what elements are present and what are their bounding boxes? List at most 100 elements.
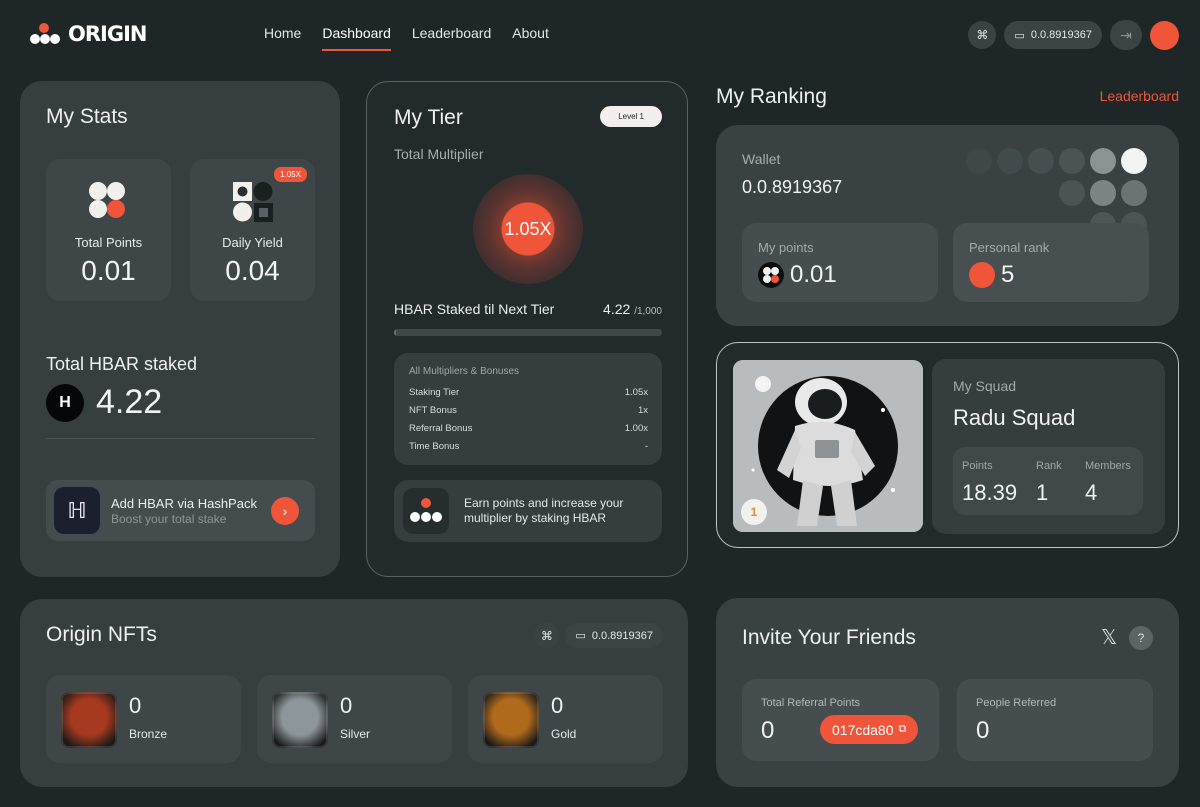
header-actions: ⌘ ▭ 0.0.8919367 ⇥ xyxy=(968,20,1179,50)
brand-name: ORIGIN xyxy=(68,22,147,46)
nav-dashboard[interactable]: Dashboard xyxy=(322,25,391,51)
hashpack-icon[interactable]: ⌘ xyxy=(968,21,997,49)
squad-rank-value: 1 xyxy=(1036,480,1049,505)
next-tier-staked: 4.22 xyxy=(603,301,631,317)
multiplier-row-label: Staking Tier xyxy=(409,387,460,398)
personal-rank-box: Personal rank 5 xyxy=(953,223,1149,302)
rank-avatar-icon xyxy=(969,262,995,288)
level-badge: Level 1 xyxy=(600,106,662,127)
multiplier-row-value: - xyxy=(644,441,648,452)
earn-points-banner[interactable]: Earn points and increase your multiplier… xyxy=(394,480,662,542)
nft-wallet-actions: ⌘ ▭ 0.0.8919367 xyxy=(534,623,663,648)
daily-yield-label: Daily Yield xyxy=(222,235,283,250)
origin-logo-icon xyxy=(30,22,60,46)
nav-home[interactable]: Home xyxy=(264,25,301,51)
wallet-label: Wallet xyxy=(742,151,781,167)
my-points-label: My points xyxy=(758,240,814,255)
multiplier-ring: 1.05X xyxy=(473,174,583,284)
origin-nfts-title: Origin NFTs xyxy=(46,623,157,646)
multiplier-row-label: NFT Bonus xyxy=(409,405,457,416)
squad-points-value: 18.39 xyxy=(962,480,1018,505)
my-stats-card: My Stats Total Points 0.01 1.05X Daily Y… xyxy=(20,81,340,577)
hashpack-title: Add HBAR via HashPack xyxy=(111,496,257,511)
wallet-icon: ▭ xyxy=(1014,29,1025,42)
my-points-value: 0.01 xyxy=(790,261,837,288)
x-share-icon[interactable]: 𝕏 xyxy=(1097,626,1121,650)
total-multiplier-label: Total Multiplier xyxy=(394,146,484,162)
multiplier-row-label: Time Bonus xyxy=(409,441,460,452)
points-icon xyxy=(89,182,125,218)
squad-name: Radu Squad xyxy=(953,405,1076,430)
leaderboard-link[interactable]: Leaderboard xyxy=(1100,88,1179,104)
tier-progress-fill xyxy=(394,329,396,336)
earn-points-text: Earn points and increase your multiplier… xyxy=(464,496,624,525)
hbar-staked-label: Total HBAR staked xyxy=(46,354,198,374)
referral-points-box: Total Referral Points 0 017cda80 ⧉ xyxy=(742,679,939,761)
hashpack-subtitle: Boost your total stake xyxy=(111,512,227,526)
referral-points-value: 0 xyxy=(761,717,775,744)
add-hbar-hashpack[interactable]: ℍ Add HBAR via HashPack Boost your total… xyxy=(46,480,315,541)
origin-nfts-card: Origin NFTs ⌘ ▭ 0.0.8919367 0 Bronze 0 S… xyxy=(20,599,688,787)
next-tier-label: HBAR Staked til Next Tier xyxy=(394,301,555,317)
wallet-value: 0.0.8919367 xyxy=(742,177,843,197)
multiplier-row-label: Referral Bonus xyxy=(409,423,473,434)
next-tier-max: /1,000 xyxy=(634,306,662,317)
help-icon[interactable]: ? xyxy=(1129,626,1153,650)
multipliers-list: All Multipliers & Bonuses Staking Tier 1… xyxy=(394,353,662,465)
daily-yield-box: 1.05X Daily Yield 0.04 xyxy=(190,159,315,301)
squad-members-label: Members xyxy=(1085,460,1131,472)
multiplier-row: Time Bonus - xyxy=(409,441,648,452)
nft-item-bronze[interactable]: 0 Bronze xyxy=(46,675,241,763)
personal-rank-label: Personal rank xyxy=(969,240,1050,255)
squad-rank-badge: 1 xyxy=(741,499,767,525)
squad-members-value: 4 xyxy=(1085,480,1098,505)
total-points-box: Total Points 0.01 xyxy=(46,159,171,301)
personal-rank-value: 5 xyxy=(1001,261,1015,288)
nft-item-gold[interactable]: 0 Gold xyxy=(468,675,663,763)
hbar-staked-row: H 4.22 xyxy=(46,383,162,422)
squad-rank-label: Rank xyxy=(1036,460,1062,472)
nft-name: Silver xyxy=(340,727,371,741)
referral-code-button[interactable]: 017cda80 ⧉ xyxy=(820,715,919,744)
my-points-box: My points 0.01 xyxy=(742,223,938,302)
invite-actions: 𝕏 ? xyxy=(1097,626,1153,650)
nav-about[interactable]: About xyxy=(512,25,549,51)
multiplier-row-value: 1x xyxy=(637,405,648,416)
main-nav: Home Dashboard Leaderboard About xyxy=(264,25,549,51)
daily-yield-value: 0.04 xyxy=(225,255,280,286)
hashpack-icon[interactable]: ⌘ xyxy=(534,623,560,648)
yield-multiplier-badge: 1.05X xyxy=(274,167,307,182)
avatar[interactable] xyxy=(1150,20,1179,50)
people-referred-label: People Referred xyxy=(976,697,1057,709)
multipliers-list-title: All Multipliers & Bonuses xyxy=(409,366,520,377)
wallet-pill[interactable]: ▭ 0.0.8919367 xyxy=(565,623,663,648)
multiplier-row: Staking Tier 1.05x xyxy=(409,387,648,398)
referral-code: 017cda80 xyxy=(832,721,894,738)
yield-icon xyxy=(233,182,273,222)
origin-logo-icon xyxy=(403,488,449,534)
nft-count: 0 xyxy=(340,693,353,718)
chevron-right-icon[interactable]: › xyxy=(271,497,299,525)
multiplier-row: Referral Bonus 1.00x xyxy=(409,423,648,434)
tier-progress-bar xyxy=(394,329,662,336)
wallet-pill[interactable]: ▭ 0.0.8919367 xyxy=(1004,21,1102,49)
squad-stats: Points 18.39 Rank 1 Members 4 xyxy=(953,447,1143,515)
bronze-pass-image xyxy=(61,692,117,748)
nft-count: 0 xyxy=(129,693,142,718)
nft-count: 0 xyxy=(551,693,564,718)
copy-icon: ⧉ xyxy=(898,723,907,735)
squad-points: Points 18.39 xyxy=(962,460,1017,506)
multiplier-row-value: 1.05x xyxy=(624,387,648,398)
squad-info: My Squad Radu Squad Points 18.39 Rank 1 … xyxy=(932,359,1165,534)
nft-item-silver[interactable]: 0 Silver xyxy=(257,675,452,763)
squad-astronaut-image: 1 xyxy=(733,360,923,532)
invite-friends-card: Invite Your Friends 𝕏 ? Total Referral P… xyxy=(716,598,1179,787)
logout-icon[interactable]: ⇥ xyxy=(1110,20,1142,50)
brand-logo[interactable]: ORIGIN xyxy=(30,22,147,46)
nav-leaderboard[interactable]: Leaderboard xyxy=(412,25,491,51)
hashpack-logo-icon: ℍ xyxy=(54,487,100,534)
multiplier-row: NFT Bonus 1x xyxy=(409,405,648,416)
wallet-address: 0.0.8919367 xyxy=(591,629,653,642)
personal-rank-row: 5 xyxy=(969,261,1014,289)
divider xyxy=(46,438,315,439)
